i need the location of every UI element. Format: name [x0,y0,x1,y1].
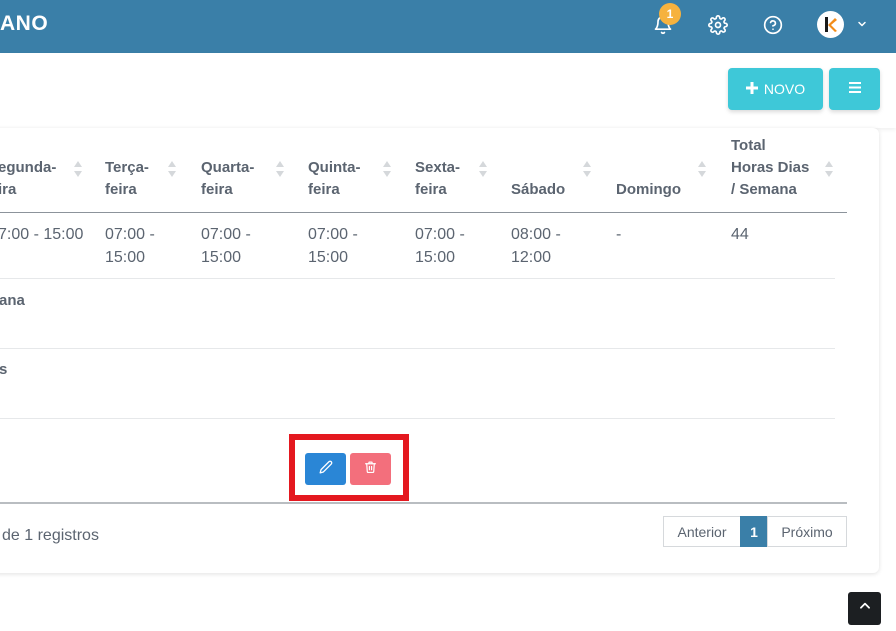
help-icon[interactable] [760,12,786,38]
cell-terca: 07:00 -15:00 [105,226,155,266]
row-label: ana [0,292,25,309]
col-header-sexta[interactable]: Sexta-feira [415,157,460,201]
chevron-up-icon [858,599,872,618]
pagination-next[interactable]: Próximo [767,516,847,547]
pagination-previous[interactable]: Anterior [663,516,741,547]
cell-sabado: 08:00 -12:00 [511,226,561,266]
row-label: s [0,361,8,378]
table-footer-divider [0,502,847,504]
col-header-terca[interactable]: Terça-feira [105,157,149,201]
records-info: de 1 registros [2,527,99,544]
sort-icon[interactable] [382,159,392,179]
plus-icon [745,81,758,97]
new-button-label: NOVO [763,81,806,97]
pagination-page-1[interactable]: 1 [740,516,768,547]
cell-quinta: 07:00 -15:00 [308,226,358,266]
edit-button[interactable] [305,453,346,485]
cell-segunda: 7:00 - 15:00 [0,226,84,243]
sort-icon[interactable] [275,159,285,179]
cell-total: 44 [731,226,749,243]
col-header-sabado[interactable]: Sábado [511,179,565,201]
scroll-top-button[interactable] [848,592,881,625]
table-header-divider [0,212,847,213]
sort-icon[interactable] [73,159,83,179]
hamburger-icon [848,80,861,98]
trash-icon [364,460,377,479]
cell-domingo: - [616,226,622,243]
cell-sexta: 07:00 -15:00 [415,226,465,266]
top-navbar: ANO 1 [0,0,896,53]
row-divider [0,418,835,419]
cell-quarta: 07:00 -15:00 [201,226,251,266]
col-header-domingo[interactable]: Domingo [616,179,681,201]
row-divider [0,348,835,349]
pencil-icon [319,460,333,479]
brand-logo-text[interactable]: ANO [0,12,48,36]
sort-icon[interactable] [582,159,592,179]
notification-badge: 1 [659,3,681,25]
gear-icon[interactable] [705,12,731,38]
col-header-segunda[interactable]: egunda-ira [0,157,56,201]
col-header-quinta[interactable]: Quinta-feira [308,157,361,201]
col-header-quarta[interactable]: Quarta-feira [201,157,254,201]
col-header-total[interactable]: Total Horas Dias / Semana [731,135,809,201]
row-divider [0,278,835,279]
menu-button[interactable] [829,68,880,110]
user-avatar[interactable] [817,11,844,38]
sort-icon[interactable] [697,159,707,179]
new-button[interactable]: NOVO [728,68,823,110]
chevron-down-icon[interactable] [856,17,868,35]
sort-icon[interactable] [167,159,177,179]
sort-icon[interactable] [824,159,834,179]
delete-button[interactable] [350,453,391,485]
sort-icon[interactable] [478,159,488,179]
